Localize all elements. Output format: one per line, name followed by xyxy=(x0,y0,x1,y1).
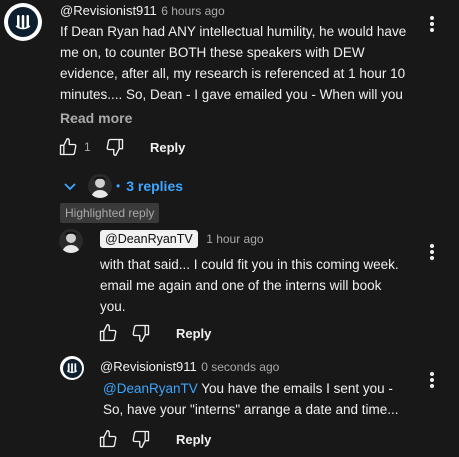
reply2-time[interactable]: 0 seconds ago xyxy=(201,360,279,374)
comment-time[interactable]: 6 hours ago xyxy=(161,4,224,18)
replies-count[interactable]: 3 replies xyxy=(126,178,183,194)
reply2-header: @Revisionist911 0 seconds ago xyxy=(100,358,279,376)
comment-menu-icon[interactable] xyxy=(424,14,440,34)
chevron-down-icon xyxy=(64,183,76,191)
logo-icon xyxy=(62,358,82,378)
thumbs-up-icon xyxy=(59,138,77,156)
reply2-dislike-button[interactable] xyxy=(131,429,151,454)
thumbs-down-icon xyxy=(132,430,150,448)
reply1-author[interactable]: @DeanRyanTV xyxy=(100,230,198,248)
reply1-text: with that said... I could fit you in thi… xyxy=(100,257,399,314)
highlighted-reply-badge: Highlighted reply xyxy=(60,203,160,223)
thumbs-down-icon xyxy=(106,138,124,156)
reply-button[interactable]: Reply xyxy=(150,140,185,155)
reply2-menu-icon[interactable] xyxy=(424,370,440,390)
reply1-header: @DeanRyanTV 1 hour ago xyxy=(100,230,264,248)
logo-icon xyxy=(8,7,38,37)
reply2-like-button[interactable] xyxy=(98,429,118,454)
replies-separator: • xyxy=(116,179,121,193)
read-more-button[interactable]: Read more xyxy=(60,110,132,126)
reply1-like-button[interactable] xyxy=(98,323,118,348)
thumbs-up-icon xyxy=(99,324,117,342)
replies-toggle[interactable]: • 3 replies xyxy=(62,174,183,198)
reply2-author[interactable]: @Revisionist911 xyxy=(100,359,197,374)
avatar-revisionist911[interactable] xyxy=(4,3,42,41)
thumbs-up-icon xyxy=(99,430,117,448)
reply1-menu-icon[interactable] xyxy=(424,242,440,262)
replier-avatar xyxy=(88,174,112,198)
like-count: 1 xyxy=(84,140,91,154)
comment-author[interactable]: @Revisionist911 xyxy=(60,3,157,18)
thumbs-down-icon xyxy=(132,324,150,342)
reply1-dislike-button[interactable] xyxy=(131,323,151,348)
comment-header: @Revisionist911 6 hours ago xyxy=(60,2,225,20)
reply1-reply-button[interactable]: Reply xyxy=(176,326,211,341)
avatar-revisionist911-reply[interactable] xyxy=(60,356,84,380)
like-button[interactable] xyxy=(58,137,78,162)
reply2-body: @DeanRyanTV You have the emails I sent y… xyxy=(103,378,408,420)
reply1-time[interactable]: 1 hour ago xyxy=(206,232,263,246)
dislike-button[interactable] xyxy=(105,137,125,162)
avatar-deanryantv[interactable] xyxy=(59,229,83,253)
reply2-reply-button[interactable]: Reply xyxy=(176,432,211,447)
reply2-mention[interactable]: @DeanRyanTV xyxy=(103,381,198,396)
